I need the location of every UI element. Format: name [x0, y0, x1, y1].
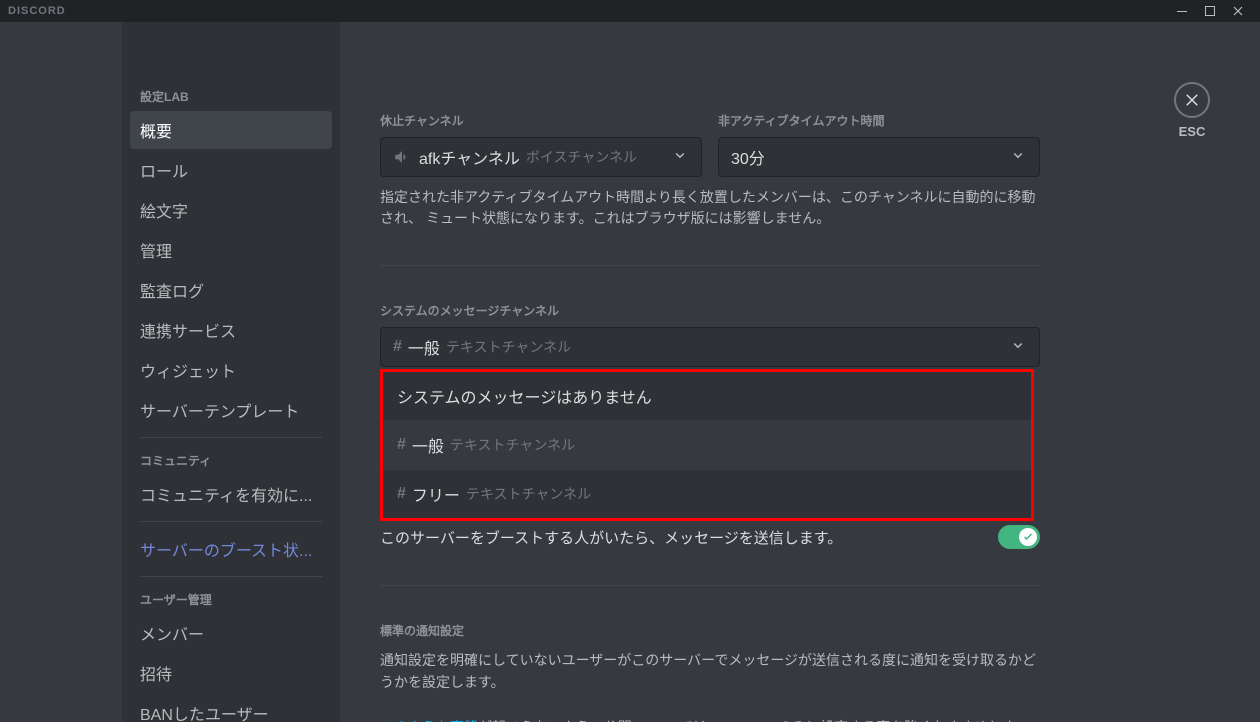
- sidebar-separator: [140, 576, 322, 577]
- boost-message-text: このサーバーをブーストする人がいたら、メッセージを送信します。: [380, 527, 986, 548]
- gutter: [0, 22, 122, 722]
- option-sub: テキストチャンネル: [466, 484, 591, 504]
- sidebar-item-roles[interactable]: ロール: [130, 151, 332, 189]
- boost-message-toggle[interactable]: [998, 525, 1040, 549]
- chevron-down-icon: [1009, 146, 1027, 169]
- sidebar-item-overview[interactable]: 概要: [130, 111, 332, 149]
- sidebar-item-invites[interactable]: 招待: [130, 654, 332, 692]
- option-label: フリー: [412, 482, 460, 506]
- option-label: システムのメッセージはありません: [397, 384, 652, 408]
- chevron-down-icon: [1009, 336, 1027, 359]
- hash-icon: #: [397, 485, 406, 503]
- sidebar-item-audit-log[interactable]: 監査ログ: [130, 271, 332, 309]
- system-channel-value: 一般: [408, 335, 440, 359]
- system-channel-sub: テキストチャンネル: [446, 337, 571, 357]
- window-minimize-button[interactable]: [1168, 0, 1196, 22]
- sidebar-category: コミュニティ: [130, 446, 332, 475]
- afk-channel-value: afkチャンネル: [419, 145, 520, 169]
- window-close-button[interactable]: [1224, 0, 1252, 22]
- afk-channel-sub: ボイスチャンネル: [526, 147, 637, 167]
- dropdown-option[interactable]: # 一般 テキストチャンネル: [383, 421, 1031, 470]
- titlebar: DISCORD: [0, 0, 1260, 22]
- notification-title: 標準の通知設定: [380, 622, 1040, 639]
- notification-body: 通知設定を明確にしていないユーザーがこのサーバーでメッセージが送信される度に通知…: [380, 649, 1040, 722]
- system-channel-dropdown: システムのメッセージはありません # 一般 テキストチャンネル # フリー テキ…: [380, 369, 1034, 521]
- dropdown-option[interactable]: # フリー テキストチャンネル: [383, 470, 1031, 518]
- section-divider: [380, 585, 1040, 586]
- app-logo: DISCORD: [8, 5, 66, 17]
- afk-help-text: 指定された非アクティブタイムアウト時間より長く放置したメンバーは、このチャンネル…: [380, 187, 1040, 229]
- sidebar-category: 設定LAB: [130, 82, 332, 111]
- sidebar-separator: [140, 437, 322, 438]
- settings-content: ESC 休止チャンネル afkチャンネル ボイスチャンネル 非アクティブタイムア…: [340, 22, 1260, 722]
- sidebar-separator: [140, 521, 322, 522]
- system-channel-select[interactable]: # 一般 テキストチャンネル: [380, 327, 1040, 367]
- section-divider: [380, 265, 1040, 266]
- hash-icon: #: [397, 436, 406, 454]
- afk-timeout-value: 30分: [731, 145, 765, 169]
- sidebar-item-boost[interactable]: サーバーのブースト状...: [130, 530, 332, 568]
- option-label: 一般: [412, 433, 444, 457]
- sidebar-item-moderation[interactable]: 管理: [130, 231, 332, 269]
- option-sub: テキストチャンネル: [450, 435, 575, 455]
- sidebar-item-emoji[interactable]: 絵文字: [130, 191, 332, 229]
- sidebar-category: ユーザー管理: [130, 585, 332, 614]
- sidebar-item-template[interactable]: サーバーテンプレート: [130, 391, 332, 429]
- window-maximize-button[interactable]: [1196, 0, 1224, 22]
- afk-timeout-select[interactable]: 30分: [718, 137, 1040, 177]
- sidebar-item-members[interactable]: メンバー: [130, 614, 332, 652]
- sidebar-item-integrations[interactable]: 連携サービス: [130, 311, 332, 349]
- chevron-down-icon: [671, 146, 689, 169]
- afk-channel-label: 休止チャンネル: [380, 112, 702, 129]
- close-icon: [1174, 82, 1210, 118]
- check-icon: [1022, 530, 1034, 548]
- close-settings-button[interactable]: ESC: [1174, 82, 1210, 139]
- sidebar-item-widget[interactable]: ウィジェット: [130, 351, 332, 389]
- afk-timeout-label: 非アクティブタイムアウト時間: [718, 112, 1040, 129]
- settings-sidebar: 設定LAB 概要 ロール 絵文字 管理 監査ログ 連携サービス ウィジェット サ…: [122, 22, 340, 722]
- dropdown-option-none[interactable]: システムのメッセージはありません: [383, 372, 1031, 421]
- sidebar-item-bans[interactable]: BANしたユーザー: [130, 694, 332, 722]
- close-label: ESC: [1179, 124, 1206, 139]
- hash-icon: #: [393, 338, 402, 356]
- system-channel-label: システムのメッセージチャンネル: [380, 302, 1040, 319]
- sidebar-item-community[interactable]: コミュニティを有効に...: [130, 475, 332, 513]
- afk-channel-select[interactable]: afkチャンネル ボイスチャンネル: [380, 137, 702, 177]
- volume-icon: [393, 148, 411, 166]
